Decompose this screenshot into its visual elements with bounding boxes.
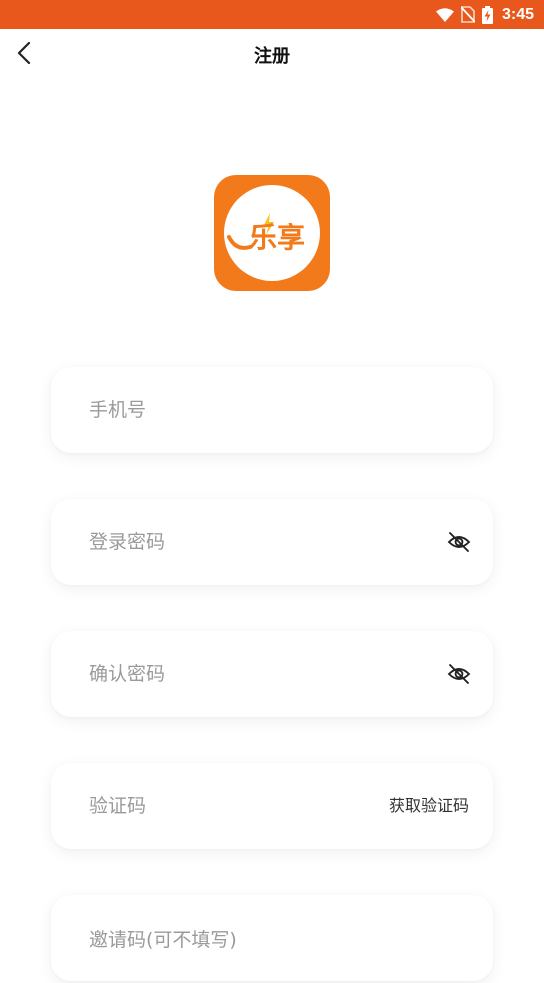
nav-bar: 注册 <box>0 29 544 83</box>
invite-code-input[interactable] <box>89 897 389 983</box>
page-title: 注册 <box>254 46 290 67</box>
invite-code-field <box>51 895 493 983</box>
confirm-password-field <box>51 631 493 717</box>
verification-code-input[interactable] <box>89 763 349 849</box>
phone-field <box>51 367 493 453</box>
eye-off-icon[interactable] <box>447 530 471 554</box>
status-bar: 3:45 <box>0 0 544 29</box>
eye-off-icon[interactable] <box>447 662 471 686</box>
status-icons: 3:45 <box>435 0 534 29</box>
confirm-password-input[interactable] <box>89 631 389 717</box>
password-input[interactable] <box>89 499 389 585</box>
verification-code-field: 获取验证码 <box>51 763 493 849</box>
get-code-button[interactable]: 获取验证码 <box>389 763 469 849</box>
battery-charging-icon <box>481 5 493 24</box>
password-field <box>51 499 493 585</box>
logo-text: 乐享 <box>249 221 305 254</box>
phone-input[interactable] <box>89 367 389 453</box>
status-time: 3:45 <box>501 5 534 23</box>
logo-graphic: 乐享 <box>214 175 330 291</box>
wifi-icon <box>435 7 454 22</box>
app-logo: 乐享 <box>214 175 330 291</box>
no-sim-icon <box>460 6 475 23</box>
